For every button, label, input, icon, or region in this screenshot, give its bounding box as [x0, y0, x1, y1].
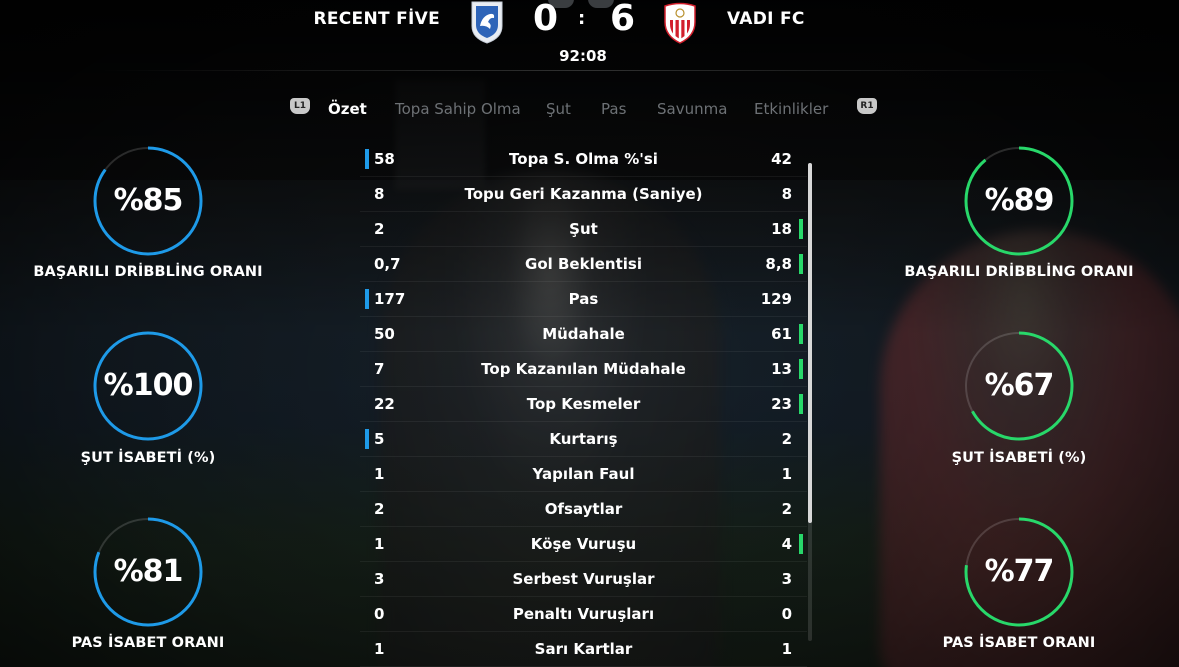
stat-away-value: 8,8: [765, 255, 792, 273]
stat-away-value: 2: [781, 430, 792, 448]
stat-away-value: 3: [781, 570, 792, 588]
gauge-value: %85: [113, 183, 184, 218]
stat-name: Penaltı Vuruşları: [512, 605, 655, 623]
gauge-label: ŞUT İSABETİ (%): [951, 450, 1087, 466]
score-separator: :: [578, 8, 586, 29]
stat-away-value: 4: [781, 535, 792, 553]
stat-row: 0 Penaltı Vuruşları 0: [360, 596, 807, 632]
stat-away-value: 42: [771, 150, 792, 168]
stat-name: Şut: [569, 220, 598, 238]
tab-passing[interactable]: Pas: [601, 100, 626, 118]
home-shot-accuracy-gauge: %100: [92, 330, 204, 442]
gauge-value: %67: [984, 368, 1055, 403]
stat-away-value: 61: [771, 325, 792, 343]
away-score: 6: [610, 0, 636, 39]
stat-name: Top Kesmeler: [526, 395, 641, 413]
stat-away-value: 129: [760, 290, 792, 308]
stats-scrollbar-thumb[interactable]: [808, 163, 812, 523]
stat-row: 2 Ofsaytlar 2: [360, 491, 807, 527]
stat-away-value: 13: [771, 360, 792, 378]
match-clock: 92:08: [559, 47, 607, 65]
stat-name: Top Kazanılan Müdahale: [481, 360, 686, 378]
stat-name: Yapılan Faul: [532, 465, 635, 483]
away-dribbling-gauge: %89: [963, 145, 1075, 257]
stat-row: 0,7 Gol Beklentisi 8,8: [360, 246, 807, 282]
stat-name: Topu Geri Kazanma (Saniye): [464, 185, 703, 203]
away-shot-accuracy-gauge: %67: [963, 330, 1075, 442]
stat-row: 7 Top Kazanılan Müdahale 13: [360, 351, 807, 387]
gauge-value: %81: [113, 554, 184, 589]
stat-row: 1 Yapılan Faul 1: [360, 456, 807, 492]
stat-away-value: 18: [771, 220, 792, 238]
away-crest-icon: [662, 2, 698, 44]
tab-defending[interactable]: Savunma: [657, 100, 727, 118]
gauge-value: %100: [103, 368, 194, 403]
stat-row: 2 Şut 18: [360, 211, 807, 247]
r1-shoulder-button-icon[interactable]: R1: [857, 98, 877, 114]
stat-row: 3 Serbest Vuruşlar 3: [360, 561, 807, 597]
stat-name: Müdahale: [542, 325, 625, 343]
stat-away-value: 0: [781, 605, 792, 623]
stat-row: 58 Topa S. Olma %'si 42: [360, 141, 807, 177]
header-divider: [100, 70, 1070, 71]
gauge-label: BAŞARILI DRİBBLİNG ORANI: [33, 264, 263, 280]
tab-events[interactable]: Etkinlikler: [754, 100, 828, 118]
away-pass-accuracy-gauge: %77: [963, 516, 1075, 628]
stat-away-value: 2: [781, 500, 792, 518]
stat-away-value: 1: [781, 465, 792, 483]
stat-name: Köşe Vuruşu: [530, 535, 637, 553]
stat-name: Sarı Kartlar: [534, 640, 633, 658]
home-crest-icon: [470, 0, 504, 44]
home-dribbling-gauge: %85: [92, 145, 204, 257]
stat-name: Ofsaytlar: [544, 500, 623, 518]
stat-name: Pas: [568, 290, 599, 308]
home-pass-accuracy-gauge: %81: [92, 516, 204, 628]
stat-row: 22 Top Kesmeler 23: [360, 386, 807, 422]
home-team-name: RECENT FİVE: [313, 9, 440, 29]
away-team-name: VADI FC: [727, 9, 805, 29]
tab-possession[interactable]: Topa Sahip Olma: [395, 100, 521, 118]
l1-shoulder-button-icon[interactable]: L1: [290, 98, 310, 114]
stat-away-value: 1: [781, 640, 792, 658]
home-score: 0: [533, 0, 559, 39]
stats-tab-bar: L1 Özet Topa Sahip Olma Şut Pas Savunma …: [0, 98, 1179, 122]
stat-name: Serbest Vuruşlar: [512, 570, 655, 588]
gauge-value: %77: [984, 554, 1055, 589]
stat-row: 1 Köşe Vuruşu 4: [360, 526, 807, 562]
gauge-label: ŞUT İSABETİ (%): [80, 450, 216, 466]
gauge-label: PAS İSABET ORANI: [71, 635, 225, 651]
tab-summary[interactable]: Özet: [328, 100, 367, 118]
stat-away-value: 23: [771, 395, 792, 413]
stat-name: Kurtarış: [549, 430, 618, 448]
stat-row: 177 Pas 129: [360, 281, 807, 317]
stat-row: 50 Müdahale 61: [360, 316, 807, 352]
tab-shots[interactable]: Şut: [546, 100, 571, 118]
gauge-label: BAŞARILI DRİBBLİNG ORANI: [904, 264, 1134, 280]
stat-name: Gol Beklentisi: [525, 255, 642, 273]
stat-row: 8 Topu Geri Kazanma (Saniye) 8: [360, 176, 807, 212]
stat-away-value: 8: [781, 185, 792, 203]
stat-name: Topa S. Olma %'si: [509, 150, 658, 168]
match-stats-table[interactable]: 58 Topa S. Olma %'si 42 8 Topu Geri Kazanma …: [360, 141, 807, 667]
stat-row: 5 Kurtarış 2: [360, 421, 807, 457]
score-header: RECENT FİVE 0 : 6 VADI FC 92:08: [0, 0, 1179, 70]
gauge-label: PAS İSABET ORANI: [942, 635, 1096, 651]
gauge-value: %89: [984, 183, 1055, 218]
stat-row: 1 Sarı Kartlar 1: [360, 631, 807, 667]
